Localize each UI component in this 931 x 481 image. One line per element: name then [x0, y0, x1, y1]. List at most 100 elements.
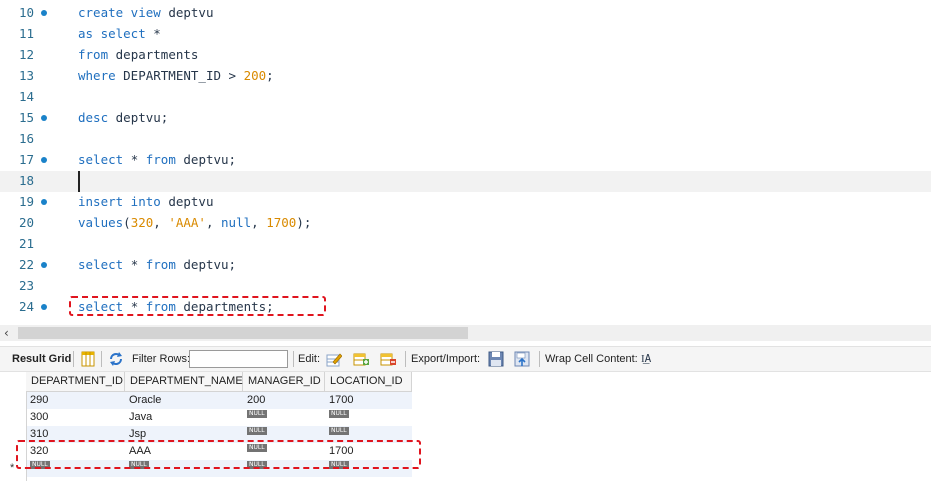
filter-rows-input[interactable] — [189, 350, 288, 368]
refresh-icon[interactable] — [108, 351, 124, 367]
scrollbar-thumb[interactable] — [18, 327, 468, 339]
code-token: desc — [78, 110, 116, 125]
line-number: 22 — [18, 257, 34, 272]
toolbar-separator — [101, 351, 102, 367]
code-token: where — [78, 68, 124, 83]
statement-marker-icon[interactable] — [41, 199, 47, 205]
line-number: 14 — [18, 89, 34, 104]
code-token: * — [130, 152, 146, 167]
code-token: create view — [78, 5, 169, 20]
line-number: 12 — [18, 47, 34, 62]
result-toolbar: Result Grid Filter Rows: Edit: Export/Im… — [0, 346, 931, 372]
statement-marker-icon[interactable] — [41, 157, 47, 163]
code-token: , — [251, 215, 267, 230]
code-token: as select — [78, 26, 154, 41]
statement-marker-icon[interactable] — [41, 304, 47, 310]
table-cell[interactable]: NULL — [329, 409, 349, 426]
filter-rows-label: Filter Rows: — [132, 353, 191, 365]
line-number: 13 — [18, 68, 34, 83]
code-token: select — [78, 257, 131, 272]
line-number: 17 — [18, 152, 34, 167]
edit-label: Edit: — [298, 353, 321, 365]
column-header[interactable]: LOCATION_ID — [325, 372, 412, 392]
code-token: departments — [115, 47, 199, 62]
column-header[interactable]: DEPARTMENT_ID — [26, 372, 125, 392]
code-token: deptvu — [168, 5, 214, 20]
line-number: 10 — [18, 5, 34, 20]
table-cell[interactable]: Java — [129, 409, 152, 426]
column-header[interactable]: MANAGER_ID — [243, 372, 325, 392]
table-cell[interactable]: 200 — [247, 392, 265, 409]
wrap-cell-content-icon[interactable]: I͟A — [641, 352, 651, 365]
editor-line[interactable]: 16 — [0, 129, 931, 150]
null-badge: NULL — [247, 427, 267, 435]
editor-line[interactable]: 11 as select * — [0, 24, 931, 45]
editor-line[interactable]: 22 select * from deptvu; — [0, 255, 931, 276]
table-cell[interactable]: 300 — [30, 409, 48, 426]
code-token: , — [153, 215, 169, 230]
line-number: 24 — [18, 299, 34, 314]
table-row[interactable]: 290 Oracle 200 1700 — [0, 392, 412, 409]
code-text: as select * — [78, 26, 161, 41]
editor-line[interactable]: 19 insert into deptvu — [0, 192, 931, 213]
editor-line[interactable]: 17 select * from deptvu; — [0, 150, 931, 171]
statement-marker-icon[interactable] — [41, 10, 47, 16]
cell-value: Oracle — [129, 394, 162, 406]
editor-line[interactable]: 13 where DEPARTMENT_ID > 200; — [0, 66, 931, 87]
code-token: 320 — [130, 215, 154, 230]
editor-line[interactable]: 21 — [0, 234, 931, 255]
code-token: ); — [296, 215, 312, 230]
cell-value: Jsp — [129, 428, 147, 440]
line-number: 16 — [18, 131, 34, 146]
code-text: select * from deptvu; — [78, 152, 236, 167]
code-token: deptvu — [168, 194, 214, 209]
delete-row-icon[interactable] — [380, 351, 396, 367]
table-cell[interactable]: 290 — [30, 392, 48, 409]
cell-value: 300 — [30, 411, 49, 423]
grid-layout-icon[interactable] — [80, 351, 96, 367]
cell-value: Java — [129, 411, 153, 423]
code-token: values — [78, 215, 124, 230]
statement-marker-icon[interactable] — [41, 262, 47, 268]
line-number: 15 — [18, 110, 34, 125]
table-cell[interactable]: NULL — [247, 409, 267, 426]
editor-line[interactable]: 23 — [0, 276, 931, 297]
scroll-left-arrow-icon[interactable]: ‹ — [4, 325, 9, 341]
code-text: values(320, 'AAA', null, 1700); — [78, 215, 311, 230]
export-icon[interactable] — [488, 351, 504, 367]
cell-value: 1700 — [329, 394, 354, 406]
toolbar-separator — [405, 351, 406, 367]
column-header[interactable]: DEPARTMENT_NAME — [125, 372, 243, 392]
result-grid-tab[interactable]: Result Grid — [12, 353, 71, 365]
line-number: 20 — [18, 215, 34, 230]
sql-editor[interactable]: 10 create view deptvu 11 as select * 12 from … — [0, 0, 931, 323]
table-cell[interactable]: 1700 — [329, 392, 353, 409]
code-text: desc deptvu; — [78, 110, 168, 125]
editor-line[interactable]: 20 values(320, 'AAA', null, 1700); — [0, 213, 931, 234]
edit-row-icon[interactable] — [326, 351, 342, 367]
grid-highlight-box — [16, 440, 421, 469]
editor-line[interactable]: 12 from departments — [0, 45, 931, 66]
code-token: select — [78, 152, 131, 167]
table-row[interactable]: 300 Java NULL NULL — [0, 409, 412, 426]
toolbar-separator — [539, 351, 540, 367]
editor-line[interactable]: 15 desc deptvu; — [0, 108, 931, 129]
code-token: * — [153, 26, 161, 41]
line-number: 23 — [18, 278, 34, 293]
cell-value: 290 — [30, 394, 49, 406]
null-badge: NULL — [329, 410, 349, 418]
editor-horizontal-scrollbar[interactable]: ‹ — [0, 325, 931, 341]
null-badge: NULL — [329, 427, 349, 435]
code-token: deptvu; — [183, 152, 237, 167]
code-token: ; — [266, 68, 274, 83]
editor-line[interactable]: 14 — [0, 87, 931, 108]
line-number: 11 — [18, 26, 34, 41]
editor-line[interactable]: 10 create view deptvu — [0, 3, 931, 24]
insert-row-icon[interactable] — [353, 351, 369, 367]
table-cell[interactable]: Oracle — [129, 392, 161, 409]
statement-marker-icon[interactable] — [41, 115, 47, 121]
editor-line[interactable]: 18 — [0, 171, 931, 192]
import-icon[interactable] — [514, 351, 530, 367]
text-caret — [78, 171, 80, 192]
cell-value: 310 — [30, 428, 49, 440]
